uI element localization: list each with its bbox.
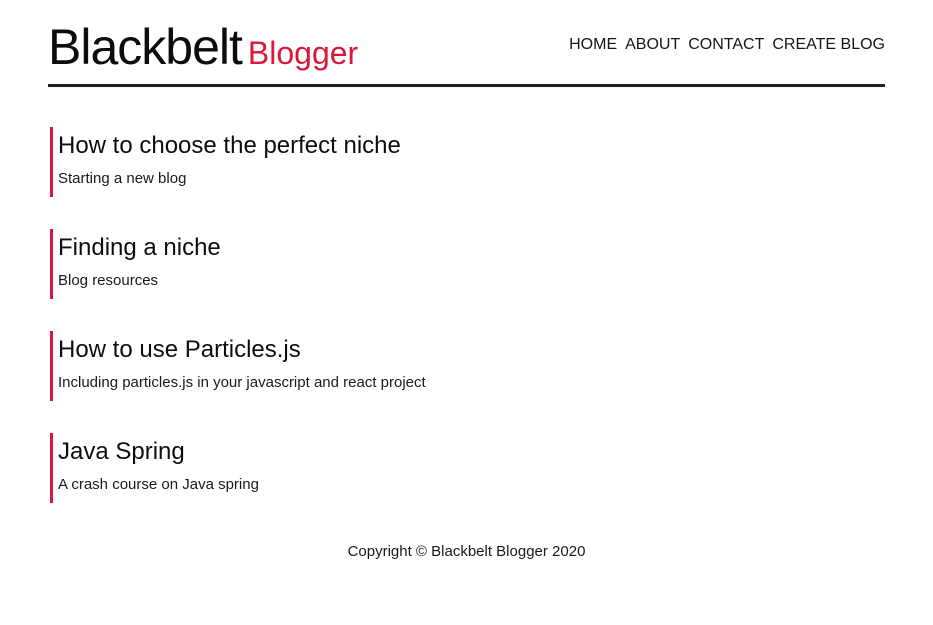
site-logo[interactable]: Blackbelt Blogger bbox=[48, 18, 358, 76]
post-subtitle: Blog resources bbox=[58, 272, 159, 289]
brand-name: Blackbelt bbox=[48, 19, 243, 75]
nav-create-blog-link[interactable]: CREATE BLOG bbox=[772, 36, 885, 54]
post-subtitle: Starting a new blog bbox=[58, 170, 187, 187]
post-card[interactable]: How to use Particles.js Including partic… bbox=[50, 331, 885, 401]
post-title[interactable]: Java Spring bbox=[58, 433, 885, 466]
post-subtitle: Including particles.js in your javascrip… bbox=[58, 374, 426, 391]
site-header: Blackbelt Blogger HOME ABOUT CONTACT CREA… bbox=[48, 14, 885, 84]
post-card[interactable]: Java Spring A crash course on Java sprin… bbox=[50, 433, 885, 503]
post-title[interactable]: How to choose the perfect niche bbox=[58, 127, 885, 160]
post-list: How to choose the perfect niche Starting… bbox=[50, 127, 885, 535]
nav-about-link[interactable]: ABOUT bbox=[625, 36, 680, 54]
nav-contact-link[interactable]: CONTACT bbox=[688, 36, 764, 54]
post-card[interactable]: How to choose the perfect niche Starting… bbox=[50, 127, 885, 197]
post-title[interactable]: Finding a niche bbox=[58, 229, 885, 262]
header-divider bbox=[48, 84, 885, 87]
site-footer: Copyright © Blackbelt Blogger 2020 bbox=[0, 543, 933, 560]
post-card[interactable]: Finding a niche Blog resources bbox=[50, 229, 885, 299]
copyright-text: Copyright © Blackbelt Blogger 2020 bbox=[347, 543, 586, 560]
post-subtitle: A crash course on Java spring bbox=[58, 476, 259, 493]
nav-home-link[interactable]: HOME bbox=[569, 36, 617, 54]
main-nav: HOME ABOUT CONTACT CREATE BLOG bbox=[569, 36, 885, 54]
post-title[interactable]: How to use Particles.js bbox=[58, 331, 885, 364]
brand-accent: Blogger bbox=[247, 35, 359, 71]
